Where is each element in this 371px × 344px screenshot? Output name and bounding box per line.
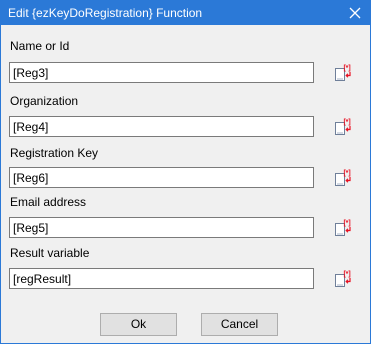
cancel-button[interactable]: Cancel bbox=[201, 313, 278, 336]
email-address-input[interactable] bbox=[9, 217, 314, 238]
close-icon bbox=[349, 7, 361, 19]
organization-input[interactable] bbox=[9, 116, 314, 137]
insert-variable-icon: [ * ] bbox=[335, 170, 351, 186]
registration-key-variable-button[interactable]: [ * ] bbox=[333, 168, 355, 188]
organization-label: Organization bbox=[10, 94, 79, 108]
name-or-id-input[interactable] bbox=[9, 62, 314, 83]
window-title: Edit {ezKeyDoRegistration} Function bbox=[8, 6, 203, 20]
name-or-id-variable-button[interactable]: [ * ] bbox=[333, 63, 355, 83]
insert-variable-icon: [ * ] bbox=[335, 271, 351, 287]
result-variable-label: Result variable bbox=[10, 246, 90, 260]
registration-key-input[interactable] bbox=[9, 167, 314, 188]
registration-key-label: Registration Key bbox=[10, 146, 99, 160]
close-button[interactable] bbox=[340, 1, 370, 25]
result-variable-variable-button[interactable]: [ * ] bbox=[333, 269, 355, 289]
svg-text:]: ] bbox=[348, 170, 350, 177]
svg-text:]: ] bbox=[348, 119, 350, 126]
dialog-window: Edit {ezKeyDoRegistration} Function Name… bbox=[0, 0, 371, 344]
email-address-variable-button[interactable]: [ * ] bbox=[333, 218, 355, 238]
title-bar[interactable]: Edit {ezKeyDoRegistration} Function bbox=[1, 1, 370, 25]
svg-text:]: ] bbox=[348, 220, 350, 227]
insert-variable-icon: [ * ] bbox=[335, 119, 351, 135]
organization-variable-button[interactable]: [ * ] bbox=[333, 117, 355, 137]
svg-text:]: ] bbox=[348, 65, 350, 72]
result-variable-input[interactable] bbox=[9, 268, 314, 289]
name-or-id-label: Name or Id bbox=[10, 39, 70, 53]
insert-variable-icon: [ * ] bbox=[335, 65, 351, 81]
dialog-body: Name or Id [ * ] Organization [ * ] bbox=[1, 25, 370, 343]
svg-text:]: ] bbox=[348, 271, 350, 278]
email-address-label: Email address bbox=[10, 195, 87, 209]
insert-variable-icon: [ * ] bbox=[335, 220, 351, 236]
ok-button[interactable]: Ok bbox=[100, 313, 177, 336]
